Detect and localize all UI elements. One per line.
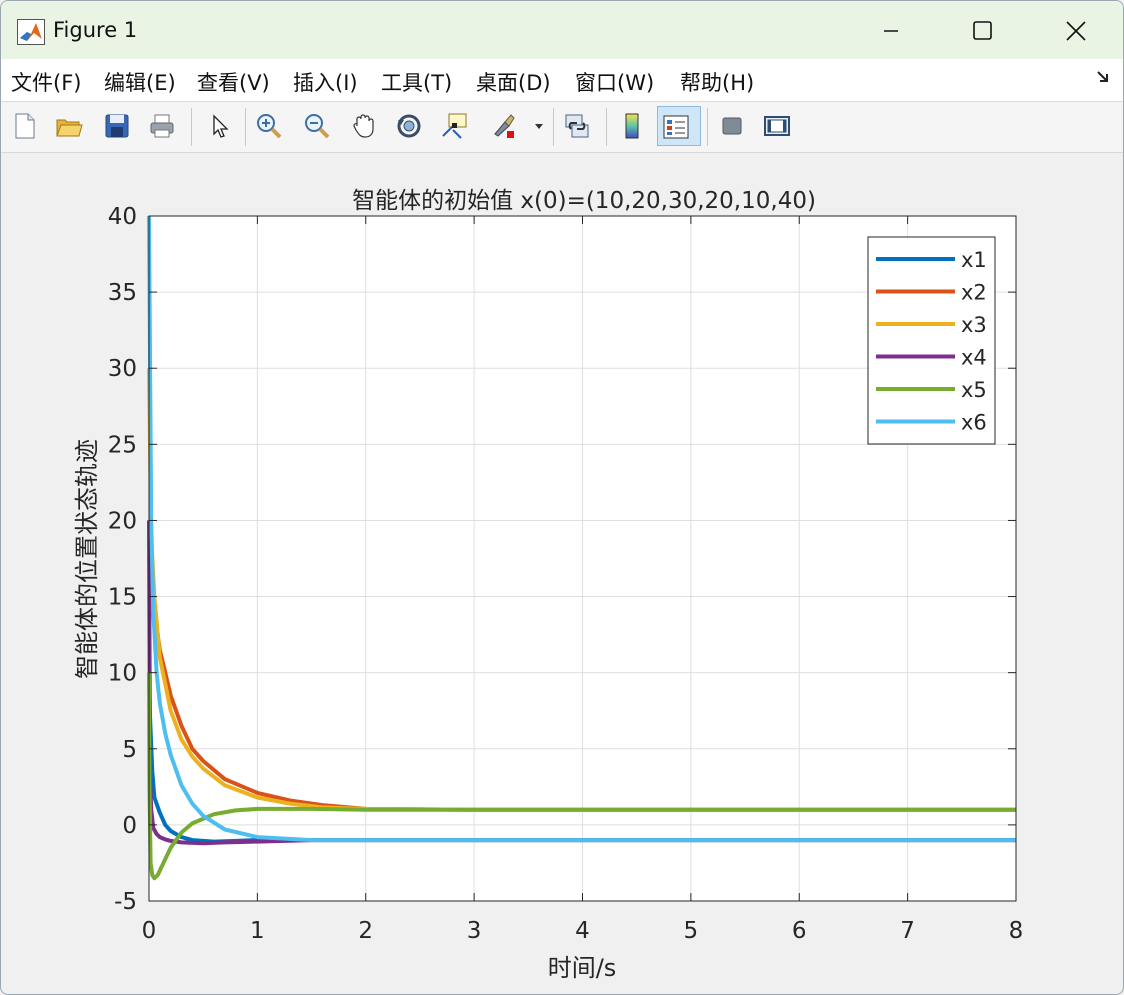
menu-insert[interactable]: 插入(I)	[293, 67, 358, 97]
y-tick-label: 35	[108, 280, 137, 306]
menu-file[interactable]: 文件(F)	[11, 67, 81, 97]
y-tick-label: 40	[108, 204, 137, 230]
maximize-button[interactable]	[948, 5, 1018, 55]
menu-edit[interactable]: 编辑(E)	[104, 67, 176, 97]
pan-hand-icon[interactable]	[346, 106, 382, 146]
y-tick-label: 25	[108, 432, 137, 458]
figure-window: Figure 1 文件(F) 编辑(E) 查看(V) 插入(I) 工具(T) 桌…	[0, 0, 1124, 995]
y-tick-label: 0	[122, 813, 137, 839]
menu-window[interactable]: 窗口(W)	[575, 67, 654, 97]
y-tick-label: 10	[108, 661, 137, 687]
matlab-logo-icon	[17, 19, 45, 45]
zoom-in-icon[interactable]	[251, 106, 287, 146]
brush-icon[interactable]	[485, 106, 521, 146]
legend-label-x4: x4	[961, 346, 987, 370]
legend-label-x3: x3	[961, 313, 987, 337]
rotate-3d-icon[interactable]	[391, 106, 427, 146]
hide-plot-tools-icon[interactable]	[714, 106, 750, 146]
y-tick-label: -5	[114, 889, 137, 915]
menu-tools[interactable]: 工具(T)	[381, 67, 452, 97]
menu-view[interactable]: 查看(V)	[197, 67, 270, 97]
chart-title: 智能体的初始值 x(0)=(10,20,30,20,10,40)	[352, 188, 816, 214]
legend-label-x2: x2	[961, 281, 987, 305]
x-tick-label: 2	[358, 918, 373, 944]
new-file-icon[interactable]	[7, 106, 43, 146]
minimize-button[interactable]	[856, 5, 926, 55]
legend-label-x5: x5	[961, 378, 987, 402]
menu-desktop[interactable]: 桌面(D)	[476, 67, 551, 97]
show-plot-tools-icon[interactable]	[759, 106, 795, 146]
legend-label-x1: x1	[961, 248, 987, 272]
menu-bar: 文件(F) 编辑(E) 查看(V) 插入(I) 工具(T) 桌面(D) 窗口(W…	[1, 59, 1123, 102]
x-tick-label: 4	[575, 918, 590, 944]
zoom-out-icon[interactable]	[299, 106, 335, 146]
x-tick-label: 0	[142, 918, 157, 944]
brush-dropdown-icon[interactable]	[529, 106, 547, 146]
pointer-icon[interactable]	[201, 106, 237, 146]
open-folder-icon[interactable]	[51, 106, 87, 146]
menu-help[interactable]: 帮助(H)	[680, 67, 754, 97]
y-tick-label: 20	[108, 508, 137, 534]
colorbar-icon[interactable]	[614, 106, 650, 146]
y-tick-label: 15	[108, 585, 137, 611]
y-axis-label: 智能体的位置状态轨迹	[73, 439, 101, 679]
data-cursor-icon[interactable]	[437, 106, 473, 146]
x-tick-label: 5	[684, 918, 699, 944]
link-plot-icon[interactable]	[559, 106, 595, 146]
figure-toolbar	[1, 102, 1123, 153]
legend-icon[interactable]	[657, 106, 701, 146]
figure-canvas: 智能体的初始值 x(0)=(10,20,30,20,10,40) 0 1 2 3 4 5 6…	[73, 188, 1024, 982]
save-icon[interactable]	[99, 106, 135, 146]
window-title: Figure 1	[53, 18, 138, 42]
y-tick-label: 30	[108, 356, 137, 382]
print-icon[interactable]	[144, 106, 180, 146]
legend[interactable]: x1 x2 x3 x4 x5 x6	[867, 236, 996, 445]
x-tick-label: 3	[467, 918, 482, 944]
title-bar: Figure 1	[1, 1, 1123, 59]
x-tick-label: 8	[1009, 918, 1024, 944]
x-axis-label: 时间/s	[548, 954, 617, 982]
y-tick-label: 5	[122, 737, 137, 763]
legend-label-x6: x6	[961, 411, 987, 435]
x-tick-label: 7	[900, 918, 915, 944]
x-tick-label: 6	[792, 918, 807, 944]
toolbar-toggle-arrow-icon[interactable]	[1095, 69, 1111, 85]
close-button[interactable]	[1041, 5, 1111, 55]
x-tick-label: 1	[250, 918, 265, 944]
